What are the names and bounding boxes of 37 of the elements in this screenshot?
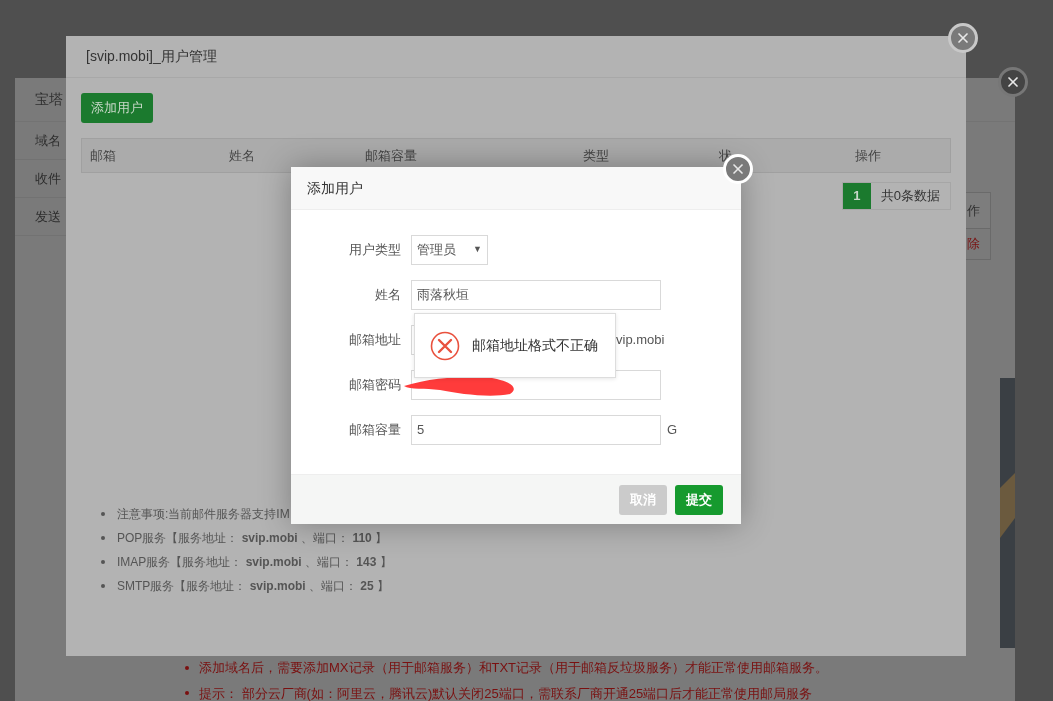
- window-title: 宝塔: [35, 90, 63, 109]
- input-field[interactable]: 5: [411, 415, 661, 445]
- column-header: 操作: [855, 146, 882, 165]
- dropdown-arrow-icon: ▼: [473, 243, 482, 257]
- delete-link[interactable]: 除: [966, 229, 990, 259]
- close-icon: [955, 30, 971, 46]
- dialog-title: 添加用户: [307, 178, 363, 198]
- user-type-select[interactable]: 管理员 ▼: [411, 235, 488, 265]
- column-header: 类型: [583, 146, 610, 165]
- window-title: [svip.mobi]_用户管理: [86, 47, 217, 66]
- record-count: 共0条数据: [879, 187, 941, 206]
- field-label: 用户类型: [348, 241, 402, 260]
- error-message: 邮箱地址格式不正确: [472, 336, 598, 355]
- service-note: 注意事项:当前邮件服务器支持IM: [117, 506, 290, 523]
- field-suffix: vip.mobi: [616, 331, 665, 350]
- field-label: 姓名: [374, 286, 402, 305]
- close-icon: [1005, 74, 1021, 90]
- add-user-button[interactable]: 添加用户: [81, 93, 153, 123]
- warning-note: 添加域名后，需要添加MX记录（用于邮箱服务）和TXT记录（用于邮箱反垃圾服务）才能正常使用邮箱服务。: [199, 659, 829, 677]
- service-note: POP服务【服务地址： svip.mobi 、端口： 110 】: [117, 530, 388, 547]
- submit-button[interactable]: 提交: [675, 484, 723, 515]
- field-label: 邮箱密码: [348, 376, 402, 395]
- input-field[interactable]: 雨落秋垣: [411, 280, 661, 310]
- column-header: 邮箱: [90, 146, 117, 165]
- page-number[interactable]: 1: [842, 183, 871, 209]
- error-icon: [430, 330, 460, 361]
- column-header: 邮箱容量: [365, 146, 418, 165]
- service-note: IMAP服务【服务地址： svip.mobi 、端口： 143 】: [117, 554, 392, 571]
- close-icon: [730, 161, 746, 177]
- close-button[interactable]: [948, 23, 978, 53]
- field-label: 邮箱容量: [348, 421, 402, 440]
- column-header: 姓名: [229, 146, 256, 165]
- close-button[interactable]: [998, 67, 1028, 97]
- service-note: SMTP服务【服务地址： svip.mobi 、端口： 25 】: [117, 578, 390, 595]
- field-label: 邮箱地址: [348, 331, 402, 350]
- warning-note: 提示： 部分云厂商(如：阿里云，腾讯云)默认关闭25端口，需联系厂商开通25端口后才能正常使用邮局服务: [199, 684, 813, 701]
- field-suffix: G: [667, 421, 678, 440]
